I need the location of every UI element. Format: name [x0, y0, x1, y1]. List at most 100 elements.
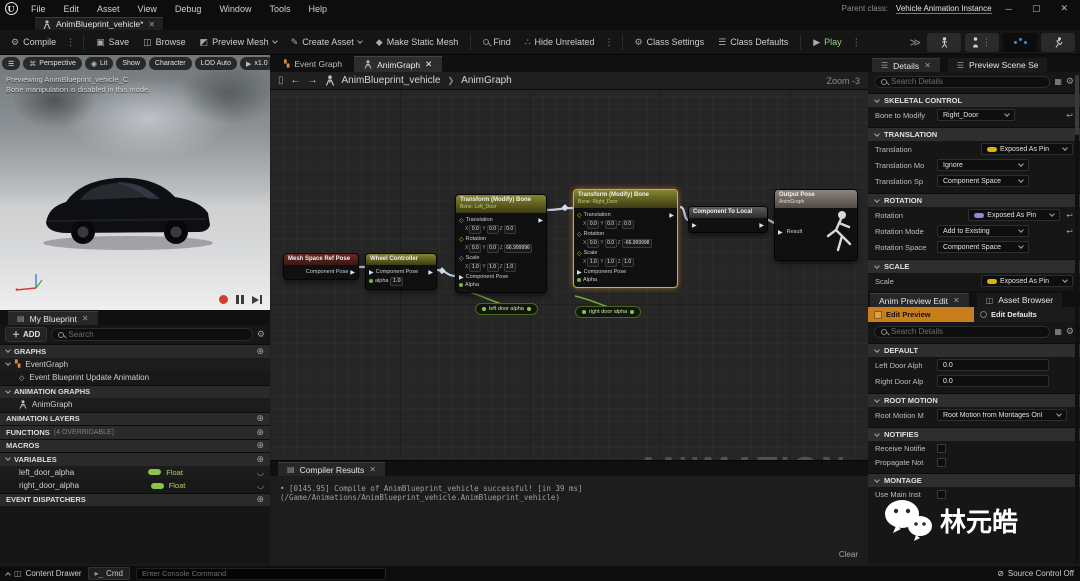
preview-car-mesh[interactable]	[28, 155, 228, 255]
rotation-space-dropdown[interactable]: Component Space	[937, 241, 1029, 253]
pose-pin-in[interactable]: ▶	[459, 274, 464, 281]
node-wheel-controller[interactable]: Wheel Controller ▶ Component Pose ▶ alpha 1…	[365, 253, 437, 290]
vector-pin-icon[interactable]: ◇	[459, 255, 464, 262]
menu-file[interactable]: File	[22, 0, 55, 17]
rotation-header[interactable]: ROTATION	[868, 193, 1080, 207]
alpha-pin-in[interactable]	[577, 278, 581, 282]
lit-dropdown[interactable]: ◉ Lit	[84, 57, 114, 70]
eye-closed-icon[interactable]: ◡	[257, 468, 264, 477]
variables-section-header[interactable]: VARIABLES ⊕	[0, 452, 270, 466]
skeletal-control-header[interactable]: SKELETAL CONTROL	[868, 93, 1080, 107]
add-dispatcher-icon[interactable]: ⊕	[256, 494, 264, 505]
show-dropdown[interactable]: Show	[116, 57, 146, 70]
variable-row-left-door-alpha[interactable]: left_door_alpha Float ◡	[0, 465, 270, 479]
find-button[interactable]: Find	[477, 34, 517, 50]
details-search[interactable]	[874, 75, 1051, 88]
event-dispatchers-section-header[interactable]: EVENT DISPATCHERS ⊕	[0, 492, 270, 506]
edit-defaults-button[interactable]: Edit Defaults	[974, 307, 1080, 322]
close-tab-icon[interactable]: ✕	[425, 59, 432, 70]
add-variable-icon[interactable]: ⊕	[256, 454, 264, 465]
persona-animation-button[interactable]	[1041, 32, 1075, 52]
preview-search[interactable]	[874, 325, 1051, 338]
preview-viewport[interactable]: ☰ ⌘ Perspective ◉ Lit Show Character LOD A…	[0, 55, 270, 310]
alpha-pin-in[interactable]	[369, 279, 373, 284]
add-macro-icon[interactable]: ⊕	[256, 440, 264, 451]
breadcrumb-root[interactable]: AnimBlueprint_vehicle	[342, 75, 441, 86]
pose-pin-out[interactable]: ▶	[669, 212, 674, 219]
graphs-section-header[interactable]: GRAPHS ⊕	[0, 344, 270, 358]
console-command-input[interactable]	[141, 569, 380, 578]
rotation-mode-dropdown[interactable]: Add to Existing	[937, 225, 1029, 237]
reset-to-default-icon[interactable]: ↩	[1066, 211, 1073, 220]
tab-anim-graph[interactable]: AnimGraph ✕	[354, 56, 443, 72]
right-door-alpha-input[interactable]: 0.0	[937, 375, 1049, 387]
make-static-mesh-button[interactable]: ◆ Make Static Mesh	[370, 34, 464, 51]
node-transform-modify-bone-left[interactable]: Transform (Modify) Bone Bone: Left_Door ◇…	[455, 194, 547, 293]
tab-event-graph[interactable]: ▚ Event Graph	[274, 56, 352, 72]
pause-button[interactable]	[235, 295, 244, 304]
var-node-right-door-alpha[interactable]: right door alpha	[575, 306, 642, 318]
var-node-left-door-alpha[interactable]: left door alpha	[475, 303, 538, 315]
menu-asset[interactable]: Asset	[88, 0, 129, 17]
clear-log-button[interactable]: Clear	[839, 550, 858, 559]
anim-preview-edit-tab[interactable]: Anim Preview Edit ✕	[870, 293, 969, 307]
cmd-button[interactable]: ▸_ Cmd	[87, 567, 130, 580]
node-output-pose[interactable]: Output Pose AnimGraph ▶ Result	[774, 189, 858, 261]
close-icon[interactable]: ✕	[924, 61, 931, 70]
root-motion-mode-dropdown[interactable]: Root Motion from Montages Onl	[937, 409, 1067, 421]
maximize-button[interactable]: ▢	[1026, 3, 1047, 14]
variable-row-right-door-alpha[interactable]: right_door_alpha Float ◡	[0, 479, 270, 493]
menu-edit[interactable]: Edit	[55, 0, 89, 17]
result-pin-in[interactable]: ▶	[778, 229, 783, 236]
compiler-log-line[interactable]: • [0145.95] Compile of AnimBlueprint_veh…	[270, 476, 868, 510]
vector-pin-icon[interactable]: ◇	[577, 250, 582, 257]
node-transform-modify-bone-right[interactable]: Transform (Modify) Bone Bone: Right_Door …	[573, 189, 678, 288]
settings-gear-icon[interactable]: ⚙	[1066, 76, 1074, 87]
class-defaults-button[interactable]: ☰ Class Defaults	[712, 34, 794, 51]
menu-debug[interactable]: Debug	[166, 0, 211, 17]
float-pin-out[interactable]	[630, 310, 635, 314]
left-door-alpha-input[interactable]: 0.0	[937, 359, 1049, 371]
eventgraph-row[interactable]: ▚ EventGraph	[0, 357, 270, 371]
receive-notifies-checkbox[interactable]	[937, 443, 946, 453]
step-forward-button[interactable]	[251, 295, 262, 304]
persona-mesh-button[interactable]: ⋮	[965, 32, 999, 52]
persona-mesh-options-button[interactable]: ⋮	[980, 37, 993, 48]
pose-pin-out[interactable]: ▶	[428, 269, 433, 276]
translation-exposed-dropdown[interactable]: Exposed As Pin	[981, 143, 1073, 155]
breadcrumb-current[interactable]: AnimGraph	[461, 75, 512, 86]
add-button[interactable]: ＋ ADD	[5, 327, 48, 342]
close-icon[interactable]: ✕	[369, 465, 376, 474]
forward-button[interactable]: →	[308, 75, 318, 86]
source-control-button[interactable]: ⊘ Source Control Off	[997, 569, 1074, 578]
pose-pin-in[interactable]: ▶	[369, 269, 374, 276]
pose-pin-in[interactable]: ▶	[692, 222, 697, 229]
play-button[interactable]: ▶ Play	[807, 34, 847, 51]
content-drawer-button[interactable]: ◫ Content Drawer	[5, 569, 82, 578]
settings-gear-icon[interactable]: ⚙	[1066, 326, 1074, 337]
details-scrollbar[interactable]	[1075, 75, 1079, 563]
macros-section-header[interactable]: MACROS ⊕	[0, 438, 270, 452]
add-layer-icon[interactable]: ⊕	[256, 413, 264, 424]
save-button[interactable]: ▣ Save	[90, 34, 135, 51]
rotation-exposed-dropdown[interactable]: Exposed As Pin	[968, 209, 1061, 221]
rotator-pin-icon[interactable]: ◇	[577, 231, 582, 238]
display-filter-icon[interactable]: ▦	[1054, 77, 1062, 86]
perspective-dropdown[interactable]: ⌘ Perspective	[23, 57, 82, 70]
class-settings-button[interactable]: ⚙ Class Settings	[629, 34, 711, 51]
rotator-pin-icon[interactable]: ◇	[459, 236, 464, 243]
toolbar-overflow-button[interactable]: ≫	[907, 36, 923, 49]
eye-closed-icon[interactable]: ◡	[257, 481, 264, 490]
menu-view[interactable]: View	[129, 0, 166, 17]
persona-skeleton-button[interactable]	[927, 32, 961, 52]
vector-pin-icon[interactable]: ◇	[577, 212, 582, 219]
default-header[interactable]: DEFAULT	[868, 343, 1080, 357]
functions-section-header[interactable]: FUNCTIONS (4 OVERRIDABLE) ⊕	[0, 425, 270, 439]
add-graph-icon[interactable]: ⊕	[256, 346, 264, 357]
vector-pin-icon[interactable]: ◇	[459, 217, 464, 224]
animgraph-row[interactable]: AnimGraph	[0, 398, 270, 412]
gear-icon[interactable]: ⚙	[257, 329, 265, 340]
my-blueprint-search[interactable]	[51, 328, 253, 341]
notifies-header[interactable]: NOTIFIES	[868, 427, 1080, 441]
compiler-results-tab[interactable]: ▤ Compiler Results ✕	[278, 462, 385, 476]
